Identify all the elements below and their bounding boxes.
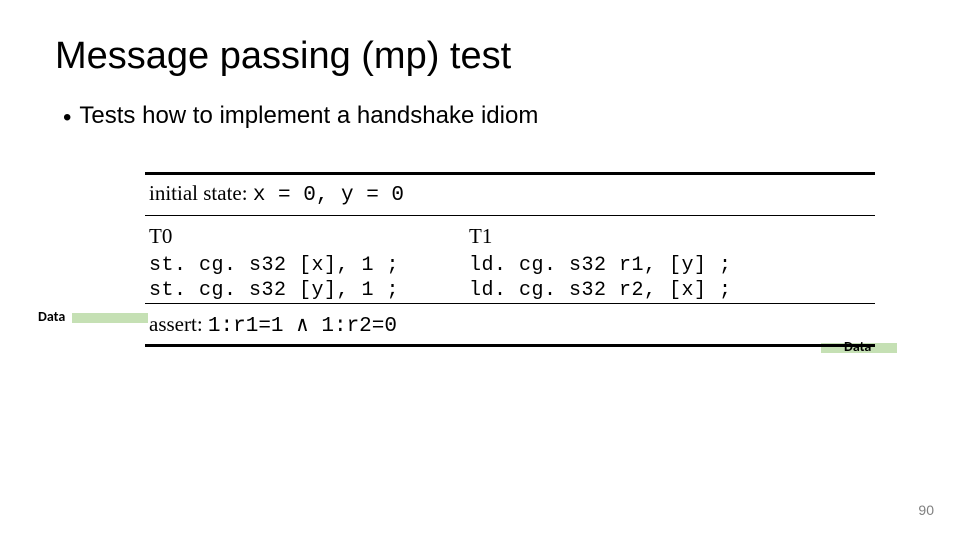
litmus-table: initial state: x = 0, y = 0 T0 T1 st. cg… [145, 172, 875, 347]
assert-label: assert: [149, 312, 203, 336]
bullet-dot-icon: • [63, 102, 71, 134]
page-number: 90 [918, 502, 934, 518]
bullet-item: • Tests how to implement a handshake idi… [55, 102, 905, 134]
code-t1-line2: ld. cg. s32 r2, [x] ; [469, 279, 871, 302]
assert-row: assert: 1:r1=1 ∧ 1:r2=0 [145, 304, 875, 344]
assert-expr: 1:r1=1 ∧ 1:r2=0 [208, 315, 397, 338]
data-label-left: Data [38, 308, 65, 325]
code-row-1: st. cg. s32 [x], 1 ; ld. cg. s32 r1, [y]… [145, 253, 875, 278]
bullet-text: Tests how to implement a handshake idiom [79, 102, 538, 130]
thread-t1: T1 [469, 224, 871, 249]
table-bottom-rule [145, 344, 875, 347]
highlight-left [72, 313, 148, 323]
code-t1-line1: ld. cg. s32 r1, [y] ; [469, 254, 871, 277]
thread-t0: T0 [149, 224, 469, 249]
thread-header-row: T0 T1 [145, 216, 875, 253]
code-t0-line2: st. cg. s32 [y], 1 ; [149, 279, 469, 302]
slide-title: Message passing (mp) test [55, 35, 905, 78]
initial-state-row: initial state: x = 0, y = 0 [145, 175, 875, 215]
initial-state-label: initial state: [149, 181, 248, 205]
code-t0-line1: st. cg. s32 [x], 1 ; [149, 254, 469, 277]
slide: Message passing (mp) test • Tests how to… [0, 0, 960, 382]
code-row-2: st. cg. s32 [y], 1 ; ld. cg. s32 r2, [x]… [145, 278, 875, 303]
initial-state-expr: x = 0, y = 0 [253, 184, 404, 207]
